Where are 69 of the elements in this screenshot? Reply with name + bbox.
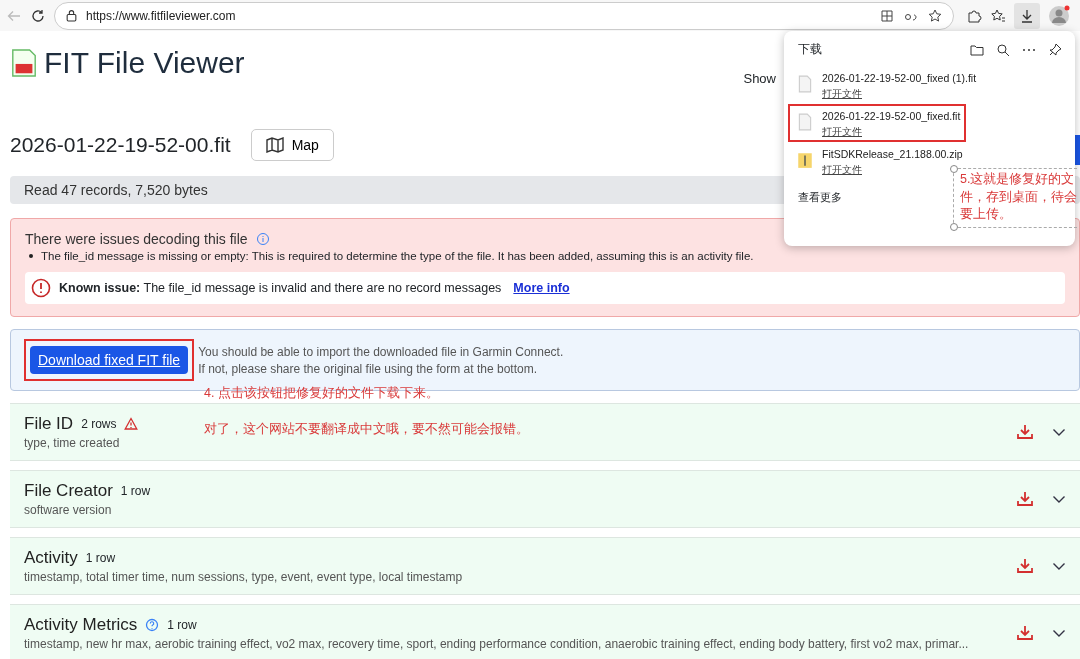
download-file-name: 2026-01-22-19-52-00_fixed.fit <box>822 110 961 122</box>
issue-text: The file_id message is missing or empty: This is required to determine the type of the file. It has been added, assuming this is an activity file. <box>41 250 754 262</box>
download-note: If not, please share the original file using the form at the bottom. <box>198 361 538 376</box>
map-icon <box>265 137 284 153</box>
see-more-link[interactable]: 查看更多 <box>798 190 842 205</box>
chevron-down-icon[interactable] <box>1052 561 1066 571</box>
search-icon[interactable] <box>995 41 1011 58</box>
download-icon <box>1019 7 1035 24</box>
download-item[interactable]: 2026-01-22-19-52-00_fixed.fit 打开文件 <box>788 104 966 142</box>
file-icon <box>798 113 812 131</box>
fit-logo-icon <box>10 47 38 79</box>
favorites-icon[interactable] <box>990 7 1006 24</box>
file-icon <box>798 75 812 93</box>
resize-handle[interactable] <box>950 223 958 231</box>
info-icon[interactable] <box>255 232 270 246</box>
section-card[interactable]: File Creator 1 row software version <box>10 470 1080 528</box>
section-title: File ID <box>24 414 74 434</box>
field-list: type, time created <box>24 436 998 450</box>
pin-icon[interactable] <box>1047 41 1063 58</box>
download-note: You should be able to import the downloaded file in Garmin Connect. <box>198 344 564 359</box>
grid-icon[interactable] <box>879 7 895 24</box>
popup-title: 下载 <box>798 41 822 58</box>
address-bar[interactable]: https://www.fitfileviewer.com <box>54 1 954 30</box>
download-icon[interactable] <box>1016 423 1034 441</box>
file-name: 2026-01-22-19-52-00.fit <box>10 133 231 157</box>
alert-icon <box>31 278 51 298</box>
known-issue-text: Known issue: The file_id message is invalid and there are no record messages <box>59 281 502 295</box>
download-icon[interactable] <box>1016 624 1034 642</box>
section-card[interactable]: Activity 1 row timestamp, total timer time, num sessions, type, event, event type, local timestamp <box>10 537 1080 595</box>
section-title: File Creator <box>24 481 113 501</box>
field-list: timestamp, new hr max, aerobic training effect, vo2 max, recovery time, sport, ending performance condition, anaerobic training effect, ending body battery, first vo2 max, primar... <box>24 637 998 651</box>
open-file-link[interactable]: 打开文件 <box>822 87 862 101</box>
row-count: 1 row <box>167 618 197 632</box>
open-file-link[interactable]: 打开文件 <box>822 163 862 177</box>
annotation-text: 4. 点击该按钮把修复好的文件下载下来。 <box>204 385 439 402</box>
chevron-down-icon[interactable] <box>1052 494 1066 504</box>
download-icon[interactable] <box>1016 490 1034 508</box>
nav-text[interactable]: Show <box>743 70 776 86</box>
puzzle-icon[interactable] <box>966 7 982 24</box>
url-text: https://www.fitfileviewer.com <box>86 8 236 23</box>
row-count: 1 row <box>85 551 116 565</box>
help-icon[interactable] <box>145 618 160 632</box>
section-title: Activity Metrics <box>24 615 138 635</box>
row-count: 2 rows <box>81 417 117 431</box>
download-file-name: 2026-01-22-19-52-00_fixed (1).fit <box>822 72 977 84</box>
row-count: 1 row <box>120 484 151 498</box>
download-file-name: FitSDKRelease_21.188.00.zip <box>822 148 963 160</box>
resize-handle[interactable] <box>950 165 958 173</box>
issues-title: There were issues decoding this file <box>25 231 248 247</box>
annotation-text: 对了，这个网站不要翻译成中文哦，要不然可能会报错。 <box>204 421 529 438</box>
chevron-down-icon[interactable] <box>1052 427 1066 437</box>
star-icon[interactable] <box>927 7 943 24</box>
section-card[interactable] <box>10 604 1080 659</box>
profile-avatar[interactable] <box>1048 4 1070 27</box>
field-list: timestamp, total timer time, num sessions, type, event, event type, local timestamp <box>24 570 998 584</box>
zip-folder-icon <box>798 151 812 169</box>
app-title: FIT File Viewer <box>44 46 245 80</box>
download-item[interactable]: 2026-01-22-19-52-00_fixed (1).fit 打开文件 <box>788 66 979 104</box>
download-icon[interactable] <box>1016 557 1034 575</box>
open-file-link[interactable]: 打开文件 <box>822 125 862 139</box>
reload-icon[interactable] <box>30 7 46 24</box>
field-list: software version <box>24 503 998 517</box>
chevron-down-icon[interactable] <box>1052 628 1066 638</box>
downloads-button[interactable] <box>1014 2 1040 29</box>
download-fixed-button[interactable]: Download fixed FIT file <box>30 346 189 374</box>
section-title: Activity <box>24 548 78 568</box>
more-info-link[interactable]: More info <box>513 281 570 295</box>
map-button[interactable]: Map <box>250 129 334 161</box>
lock-icon <box>65 9 78 22</box>
